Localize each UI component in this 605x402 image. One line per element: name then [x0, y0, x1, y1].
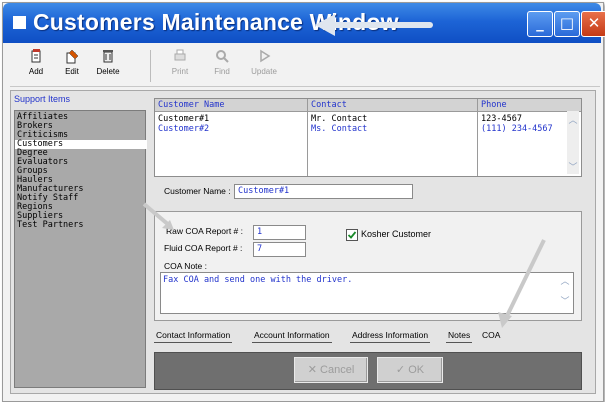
edit-button[interactable]: Edit: [54, 48, 90, 84]
ok-button[interactable]: ✓ OK: [377, 357, 443, 383]
cancel-button[interactable]: ✕ Cancel: [294, 357, 368, 383]
customer-name-field[interactable]: Customer#1: [234, 184, 413, 199]
find-label: Find: [214, 67, 230, 76]
support-items-list[interactable]: Affiliates Brokers Criticisms Customers …: [14, 110, 147, 388]
add-icon: [31, 49, 41, 63]
ok-label: OK: [408, 364, 425, 376]
table-row[interactable]: Customer#1: [158, 114, 209, 124]
coa-note-text: Fax COA and send one with the driver.: [163, 275, 353, 285]
note-scroll-down-icon[interactable]: ﹀: [559, 296, 571, 308]
sidebar-item-test-partners[interactable]: Test Partners: [15, 221, 147, 230]
support-items-title: Support Items: [14, 94, 71, 104]
annotation-arrow-icon: [142, 202, 174, 230]
customers-table[interactable]: Customer Name Contact Phone Customer#1 M…: [154, 98, 582, 177]
toolbar: Add Edit Delete Print Find Update: [10, 46, 600, 87]
minimize-button[interactable]: _: [527, 11, 553, 37]
delete-label: Delete: [96, 67, 120, 76]
tab-account-information[interactable]: Account Information: [252, 329, 332, 343]
edit-label: Edit: [65, 67, 79, 76]
column-header-contact[interactable]: Contact: [311, 100, 347, 110]
note-scroll-up-icon[interactable]: ︿: [559, 276, 571, 288]
annotation-arrow-icon: [315, 14, 335, 36]
find-icon: [216, 50, 229, 63]
print-label: Print: [171, 67, 189, 76]
check-icon: ✓: [395, 364, 406, 376]
annotation-arrow-shaft: [333, 22, 433, 28]
raw-coa-field[interactable]: 1: [253, 225, 306, 240]
cancel-label: Cancel: [320, 364, 355, 376]
print-button[interactable]: Print: [162, 48, 198, 84]
annotation-arrow-icon: [498, 239, 546, 328]
trash-icon: [103, 50, 113, 63]
check-icon: [347, 231, 357, 239]
customer-name-label: Customer Name :: [164, 186, 231, 196]
title-bar[interactable]: Customers Maintenance Window _ □ ✕: [3, 3, 605, 43]
column-divider: [307, 99, 308, 176]
update-button[interactable]: Update: [246, 48, 282, 84]
tab-notes[interactable]: Notes: [446, 329, 473, 343]
play-icon: [260, 49, 271, 63]
tab-address-information[interactable]: Address Information: [350, 329, 431, 343]
window-icon: [13, 16, 26, 29]
column-header-phone[interactable]: Phone: [481, 100, 507, 110]
fluid-coa-label: Fluid COA Report # :: [164, 243, 243, 253]
table-row[interactable]: Customer#2: [158, 124, 209, 134]
print-icon: [174, 49, 186, 61]
table-cell[interactable]: Ms. Contact: [311, 124, 367, 134]
scroll-up-icon[interactable]: ︿: [567, 115, 579, 127]
fluid-coa-field[interactable]: 7: [253, 242, 306, 257]
edit-icon: [66, 49, 79, 64]
add-button[interactable]: Add: [18, 48, 54, 84]
add-label: Add: [28, 67, 44, 76]
coa-note-label: COA Note :: [164, 261, 207, 271]
table-header: Customer Name Contact Phone: [155, 99, 581, 112]
scroll-down-icon[interactable]: ﹀: [567, 162, 579, 174]
delete-button[interactable]: Delete: [90, 48, 126, 84]
tab-contact-information[interactable]: Contact Information: [154, 329, 233, 343]
table-cell[interactable]: 123-4567: [481, 114, 522, 124]
kosher-label: Kosher Customer: [361, 229, 432, 239]
table-cell[interactable]: (111) 234-4567: [481, 124, 553, 134]
cancel-icon: ✕: [307, 364, 317, 376]
find-button[interactable]: Find: [204, 48, 240, 84]
kosher-checkbox[interactable]: [346, 229, 358, 241]
column-divider: [477, 99, 478, 176]
table-cell[interactable]: Mr. Contact: [311, 114, 367, 124]
update-label: Update: [251, 67, 277, 76]
action-bar: [154, 352, 582, 390]
maximize-button[interactable]: □: [554, 11, 580, 37]
column-header-customer-name[interactable]: Customer Name: [158, 100, 225, 110]
close-button[interactable]: ✕: [581, 11, 605, 37]
toolbar-separator: [150, 50, 151, 82]
